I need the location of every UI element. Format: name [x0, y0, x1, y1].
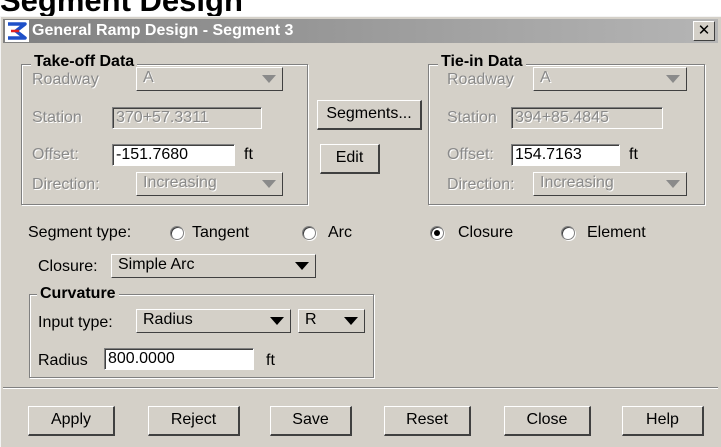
close-icon: ✕	[697, 22, 711, 39]
chevron-down-icon	[666, 180, 680, 188]
footer-separator-highlight	[3, 388, 718, 389]
ramp-design-logo-icon	[5, 20, 29, 42]
input-type-select[interactable]: Radius	[136, 309, 291, 333]
tiein-direction-select[interactable]: Increasing	[533, 172, 687, 196]
apply-button[interactable]: Apply	[28, 406, 115, 436]
chevron-down-icon	[262, 75, 276, 83]
page-heading: Segment Design	[0, 0, 721, 16]
curvature-mode-select[interactable]: R	[298, 309, 365, 333]
window-close-button[interactable]: ✕	[693, 21, 715, 41]
chevron-down-icon	[344, 317, 358, 325]
takeoff-data-title: Take-off Data	[31, 53, 138, 71]
radio-icon	[170, 226, 184, 240]
radius-unit: ft	[266, 352, 275, 369]
save-button[interactable]: Save	[270, 406, 352, 436]
takeoff-station-label: Station	[32, 109, 82, 126]
radio-icon	[561, 226, 575, 240]
chevron-down-icon	[262, 180, 276, 188]
takeoff-offset-label: Offset:	[32, 146, 79, 163]
segment-type-label: Segment type:	[28, 224, 132, 241]
tiein-offset-unit: ft	[629, 146, 638, 163]
tiein-station-field[interactable]: 394+85.4845	[511, 107, 663, 129]
radius-field[interactable]: 800.0000	[104, 348, 254, 370]
title-bar[interactable]: General Ramp Design - Segment 3 ✕	[3, 19, 718, 43]
help-button[interactable]: Help	[622, 406, 704, 436]
takeoff-roadway-select[interactable]: A	[136, 67, 283, 91]
tiein-roadway-select[interactable]: A	[533, 67, 687, 91]
reject-button[interactable]: Reject	[148, 406, 240, 436]
chevron-down-icon	[270, 317, 284, 325]
close-button[interactable]: Close	[504, 406, 591, 436]
segment-type-closure[interactable]: Closure	[430, 223, 525, 243]
takeoff-offset-field[interactable]: -151.7680	[112, 144, 235, 166]
segments-button[interactable]: Segments...	[317, 100, 422, 130]
tiein-offset-label: Offset:	[447, 146, 494, 163]
segment-type-element[interactable]: Element	[561, 223, 661, 243]
takeoff-direction-select[interactable]: Increasing	[136, 172, 283, 196]
takeoff-offset-unit: ft	[244, 146, 253, 163]
radio-icon	[302, 226, 316, 240]
reset-button[interactable]: Reset	[384, 406, 471, 436]
segment-type-tangent[interactable]: Tangent	[170, 223, 275, 243]
closure-label: Closure:	[38, 258, 98, 275]
takeoff-station-field[interactable]: 370+57.3311	[112, 107, 262, 129]
curvature-title: Curvature	[37, 285, 119, 303]
tiein-roadway-label: Roadway	[447, 71, 514, 88]
radio-selected-icon	[430, 226, 444, 240]
tiein-direction-label: Direction:	[447, 176, 515, 193]
input-type-label: Input type:	[38, 314, 113, 331]
chevron-down-icon	[666, 75, 680, 83]
segment-type-arc[interactable]: Arc	[302, 223, 362, 243]
window-title: General Ramp Design - Segment 3	[32, 22, 294, 39]
closure-select[interactable]: Simple Arc	[111, 254, 316, 278]
tiein-station-label: Station	[447, 109, 497, 126]
chevron-down-icon	[295, 262, 309, 270]
takeoff-direction-label: Direction:	[32, 176, 100, 193]
tiein-data-title: Tie-in Data	[438, 53, 526, 71]
tiein-offset-field[interactable]: 154.7163	[511, 144, 620, 166]
radius-label: Radius	[38, 352, 88, 369]
edit-button[interactable]: Edit	[320, 144, 380, 174]
takeoff-roadway-label: Roadway	[32, 71, 99, 88]
